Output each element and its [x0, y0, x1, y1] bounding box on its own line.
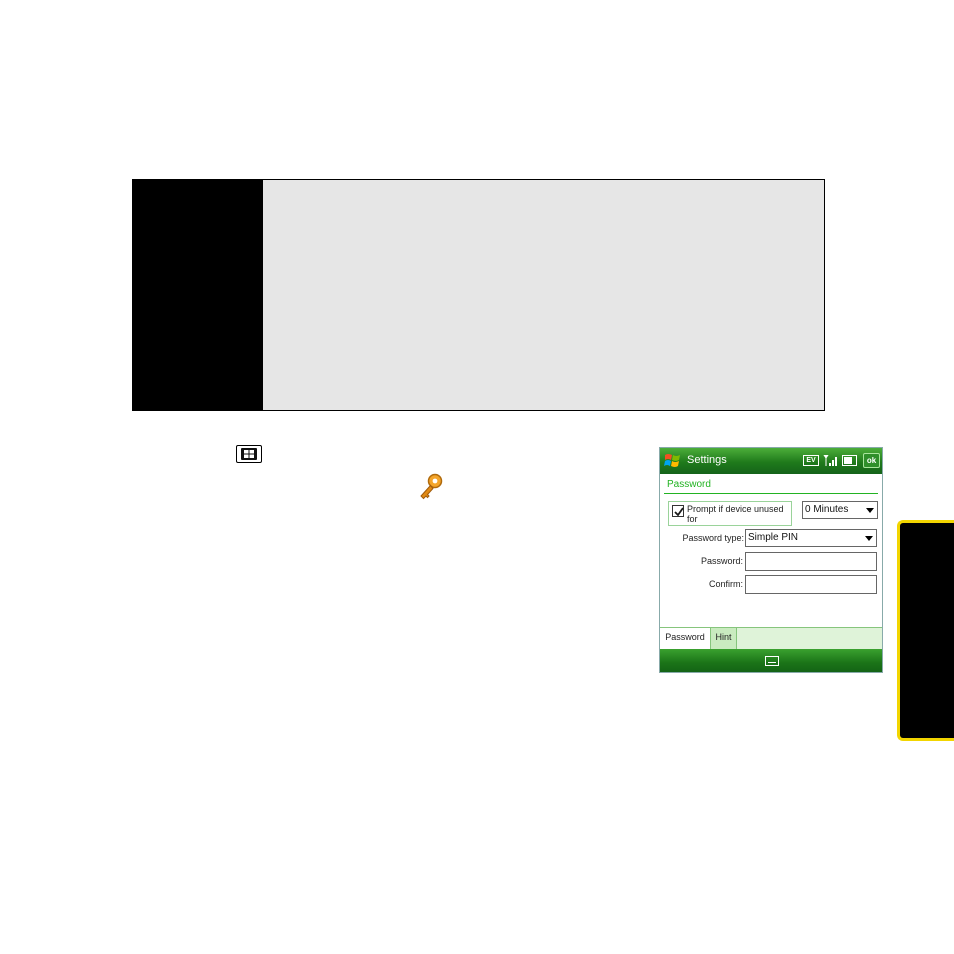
section-title: Password: [667, 479, 711, 490]
callout-box: [132, 179, 825, 411]
password-type-dropdown[interactable]: Simple PIN: [745, 529, 877, 547]
timeout-value: 0 Minutes: [805, 504, 849, 515]
password-input[interactable]: [745, 552, 877, 571]
timeout-dropdown[interactable]: 0 Minutes: [802, 501, 878, 519]
key-icon: [420, 473, 443, 500]
signal-strength-icon: [823, 455, 837, 466]
confirm-input[interactable]: [745, 575, 877, 594]
tab-password[interactable]: Password: [660, 628, 711, 649]
prompt-checkbox-group[interactable]: Prompt if device unused for: [668, 501, 792, 526]
windows-start-icon: [236, 445, 262, 463]
chevron-down-icon: [866, 508, 874, 513]
title-bar: Settings EV ok: [660, 448, 882, 474]
window-title: Settings: [687, 454, 727, 466]
device-screenshot: Settings EV ok Password Prompt if device…: [659, 447, 883, 673]
password-type-label: Password type:: [682, 533, 744, 543]
tab-bar: Password Hint: [660, 627, 882, 649]
ok-button[interactable]: ok: [863, 453, 880, 468]
battery-icon: [842, 455, 857, 466]
password-label: Password:: [700, 556, 743, 566]
section-divider: [664, 493, 878, 494]
chapter-thumb-tab: [897, 520, 954, 741]
bottom-menu-bar: [660, 649, 882, 672]
confirm-label: Confirm:: [708, 579, 743, 589]
prompt-checkbox[interactable]: [672, 505, 684, 517]
tab-hint[interactable]: Hint: [711, 628, 737, 649]
keyboard-icon[interactable]: [765, 656, 779, 666]
password-type-value: Simple PIN: [748, 532, 799, 543]
prompt-label: Prompt if device unused for: [687, 504, 784, 524]
ev-status-icon: EV: [803, 455, 819, 466]
callout-sidebar: [133, 180, 263, 410]
windows-start-icon[interactable]: [664, 452, 681, 469]
chevron-down-icon: [865, 536, 873, 541]
checkmark-icon: [674, 507, 684, 517]
